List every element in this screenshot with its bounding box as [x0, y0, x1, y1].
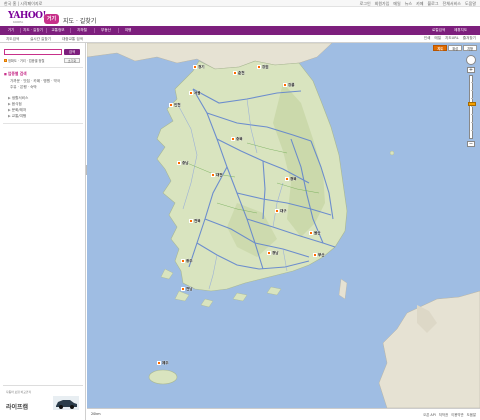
map-label-jeonnam[interactable]: 전남 — [181, 287, 193, 292]
ad-small-text: 자동차 보험 비교견적 — [6, 390, 31, 394]
zoom-tick — [471, 130, 473, 131]
nav-tab-0[interactable]: 거기 — [4, 27, 18, 34]
triangle-right-icon: ▶ — [8, 96, 11, 100]
map-footer: 20km 오픈 API 저작권 이용약관 도움말 — [87, 408, 480, 420]
triangle-right-icon: ▶ — [8, 114, 11, 118]
tree-item[interactable]: ▶음식점 — [8, 102, 22, 107]
nav-divider — [118, 28, 119, 33]
subnav-right-link-1[interactable]: 메일 — [434, 36, 441, 41]
subnav-right-link-0[interactable]: 인쇄 — [424, 36, 431, 41]
footer-link-0[interactable]: 오픈 API — [423, 412, 436, 417]
map-label-busan[interactable]: 부산 — [313, 253, 325, 258]
footer-link-3[interactable]: 도움말 — [467, 412, 476, 417]
nav-divider — [20, 28, 21, 33]
left-panel-footer — [0, 408, 86, 420]
zoom-tick — [471, 114, 473, 115]
map-label-gangwon[interactable]: 강원 — [257, 65, 269, 70]
nav-tab-3[interactable]: 지하철 — [72, 27, 92, 34]
nav-divider — [46, 28, 47, 33]
service-badge[interactable]: 거기 — [44, 14, 59, 24]
nav-right-tab-0[interactable]: 로컬검색 — [430, 27, 447, 34]
map-type-button-0[interactable]: 지도 — [433, 45, 448, 51]
tree-item-label: 교통/여행 — [11, 114, 27, 118]
map-label-daejeon[interactable]: 대전 — [211, 173, 223, 178]
map-type-button-1[interactable]: 위성 — [448, 45, 463, 51]
tree-item[interactable]: ▶교통/여행 — [8, 114, 26, 119]
search-input[interactable] — [4, 49, 62, 55]
map-label-daegu[interactable]: 대구 — [275, 209, 287, 214]
sort-option[interactable]: 정확도 · 거리 · 업종별 정렬 — [4, 58, 44, 63]
subnav-right-links: 인쇄 메일 지도URL 즐겨찾기 — [424, 36, 476, 41]
nav-tab-2[interactable]: 교통정보 — [48, 27, 68, 34]
map-label-ulsan[interactable]: 울산 — [309, 231, 321, 236]
divider — [3, 123, 83, 124]
left-panel: 검색 정확도 · 거리 · 업종별 정렬 초기화 업종별 검색 가까운 · 맛집… — [0, 43, 86, 420]
pan-compass-icon[interactable] — [466, 55, 476, 65]
map-label-jeju[interactable]: 제주 — [157, 361, 169, 366]
triangle-right-icon: ▶ — [8, 108, 11, 112]
footer-link-1[interactable]: 저작권 — [439, 412, 448, 417]
reset-button[interactable]: 초기화 — [64, 58, 80, 63]
nav-tab-5[interactable]: 여행 — [120, 27, 136, 34]
zoom-tick — [471, 98, 473, 99]
subnav-right-link-2[interactable]: 지도URL — [445, 36, 459, 41]
scale-text: 20km — [91, 412, 101, 416]
zoom-tick — [471, 82, 473, 83]
zoom-tick — [471, 122, 473, 123]
checkbox-icon[interactable] — [4, 59, 7, 62]
service-title[interactable]: 지도 · 길찾기 — [63, 16, 96, 25]
zoom-tick — [471, 90, 473, 91]
zoom-control: + − — [466, 55, 476, 147]
subnav-right-link-3[interactable]: 즐겨찾기 — [463, 36, 476, 41]
search-button[interactable]: 검색 — [64, 49, 80, 55]
map-label-chungnam[interactable]: 충남 — [177, 161, 189, 166]
map-type-switch: 지도 위성 지형 — [433, 45, 477, 51]
map-label-gwangju[interactable]: 광주 — [181, 259, 193, 264]
nav-divider — [94, 28, 95, 33]
tree-item-label: 음식점 — [11, 102, 22, 106]
zoom-in-button[interactable]: + — [467, 67, 475, 73]
triangle-right-icon: ▶ — [8, 102, 11, 106]
zoom-out-button[interactable]: − — [467, 141, 475, 147]
map-label-gangneung[interactable]: 강릉 — [283, 83, 295, 88]
main-nav: 거기 지도 · 길찾기 교통정보 지하철 부동산 여행 로컬검색 제휴지도 — [0, 26, 480, 35]
subnav-item-0[interactable]: 지도검색 — [6, 36, 19, 42]
nav-tab-1[interactable]: 지도 · 길찾기 — [22, 27, 44, 34]
zoom-slider-track[interactable] — [468, 75, 476, 139]
map-label-jeonbuk[interactable]: 전북 — [189, 219, 201, 224]
map-label-gyeongnam[interactable]: 경남 — [267, 251, 279, 256]
tree-item[interactable]: ▶문화/레저 — [8, 108, 26, 113]
map-label-chuncheon[interactable]: 춘천 — [233, 71, 245, 76]
tree-item[interactable]: ▶생활서비스 — [8, 96, 28, 101]
map-label-gyeonggi[interactable]: 경기 — [193, 65, 205, 70]
quick-category-row[interactable]: 주유 · 은행 · 숙박 — [10, 85, 37, 90]
section-title: 업종별 검색 — [4, 71, 27, 77]
yahoo-logo[interactable]: YAHOO! KOREA — [8, 11, 46, 24]
header: YAHOO! KOREA 거기 지도 · 길찾기 — [0, 7, 480, 26]
map-label-chungbuk[interactable]: 충북 — [231, 137, 243, 142]
zoom-slider-thumb[interactable] — [468, 102, 476, 106]
nav-right-tab-1[interactable]: 제휴지도 — [452, 27, 469, 34]
tree-item-label: 문화/레저 — [11, 108, 27, 112]
nav-divider — [70, 28, 71, 33]
footer-link-2[interactable]: 이용약관 — [451, 412, 463, 417]
divider — [3, 67, 83, 68]
map-type-button-2[interactable]: 지형 — [463, 45, 477, 51]
footer-links: 오픈 API 저작권 이용약관 도움말 — [423, 412, 476, 417]
sub-nav: 지도검색 실시간 길찾기 대중교통 검색 인쇄 메일 지도URL 즐겨찾기 — [0, 35, 480, 43]
subnav-item-2[interactable]: 대중교통 검색 — [62, 36, 83, 42]
map-label-incheon[interactable]: 인천 — [169, 103, 181, 108]
map-label-seoul[interactable]: 서울 — [189, 91, 201, 96]
map-graphic — [87, 43, 480, 408]
top-utility-bar: 한국 홈 | 시작페이지로 로그인 회원가입 메일 뉴스 카페 블로그 전체서비스 도움말 — [0, 0, 480, 7]
subnav-item-1[interactable]: 실시간 길찾기 — [30, 36, 51, 42]
map-label-gyeongbuk[interactable]: 경북 — [285, 177, 297, 182]
quick-category-row[interactable]: 가까운 · 맛집 · 카페 · 병원 · 약국 — [10, 79, 60, 84]
tree-item-label: 생활서비스 — [11, 96, 29, 100]
sort-label: 정확도 · 거리 · 업종별 정렬 — [8, 59, 45, 63]
map-canvas[interactable]: 경기 강원 춘천 강릉 서울 인천 충북 충남 대전 경북 전북 대구 울산 광… — [87, 43, 480, 408]
nav-tab-4[interactable]: 부동산 — [96, 27, 116, 34]
zoom-tick — [471, 106, 473, 107]
